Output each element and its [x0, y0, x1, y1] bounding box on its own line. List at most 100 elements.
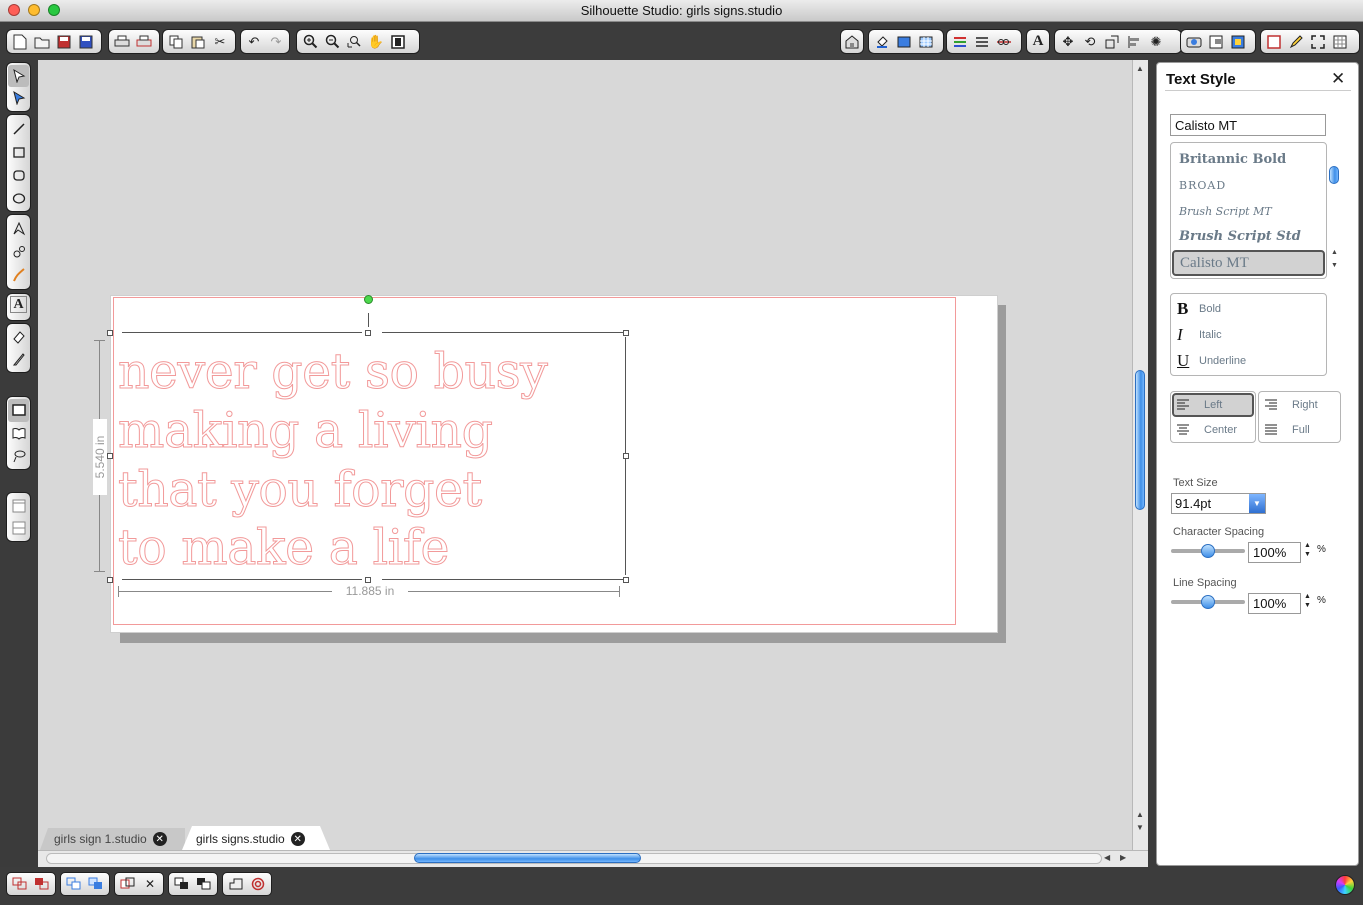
eraser-tool-icon[interactable] — [8, 326, 29, 348]
cut-view-icon[interactable] — [8, 399, 29, 422]
scroll-left-arrow-icon[interactable]: ◀ — [1104, 853, 1110, 862]
curve-tool-icon[interactable] — [8, 240, 29, 263]
rotate-icon[interactable]: ⟲ — [1079, 31, 1101, 52]
paste-icon[interactable] — [187, 31, 209, 52]
scroll-up-arrow-icon[interactable]: ▲ — [1331, 249, 1338, 256]
scroll-up-arrow-icon[interactable]: ▲ — [1136, 810, 1144, 819]
font-list-item[interactable]: BROAD — [1179, 179, 1226, 192]
design-canvas[interactable]: 5.540 in 11.885 in never get so busy mak… — [38, 60, 1132, 850]
scroll-up-arrow-icon[interactable]: ▲ — [1136, 64, 1144, 73]
line-style-icon[interactable] — [971, 31, 993, 52]
vertical-scrollbar[interactable]: ▲ ▲ ▼ — [1132, 60, 1148, 850]
align-right-button[interactable]: Right — [1260, 394, 1318, 416]
font-list-scroll-thumb[interactable] — [1329, 166, 1339, 184]
rectangle-tool-icon[interactable] — [8, 140, 29, 163]
rounded-rectangle-tool-icon[interactable] — [8, 163, 29, 186]
bold-option[interactable]: B Bold — [1177, 298, 1221, 320]
horizontal-scrollbar[interactable]: ◀ ▶ — [38, 850, 1148, 867]
point-edit-icon[interactable] — [8, 87, 29, 109]
fullscreen-icon[interactable] — [1307, 31, 1329, 52]
panel-close-icon[interactable]: ✕ — [1331, 69, 1345, 89]
freehand-tool-icon[interactable] — [8, 263, 29, 286]
character-spacing-slider-thumb[interactable] — [1201, 544, 1215, 558]
copy-icon[interactable] — [165, 31, 187, 52]
single-panel-icon[interactable] — [8, 495, 29, 517]
line-color-icon[interactable] — [949, 31, 971, 52]
release-compound-icon[interactable] — [85, 874, 107, 894]
duplicate-icon[interactable] — [117, 874, 139, 894]
print-icon[interactable] — [111, 31, 133, 52]
fit-to-page-icon[interactable] — [387, 31, 409, 52]
tab-girls-signs[interactable]: girls signs.studio ✕ — [184, 828, 330, 850]
line-spacing-input[interactable] — [1248, 593, 1301, 614]
underline-option[interactable]: U Underline — [1177, 350, 1246, 372]
italic-option[interactable]: I Italic — [1177, 324, 1222, 346]
select-arrow-icon[interactable] — [8, 65, 29, 87]
text-style-icon[interactable]: A — [1029, 31, 1047, 52]
weld-icon[interactable] — [225, 874, 247, 894]
line-spacing-slider-thumb[interactable] — [1201, 595, 1215, 609]
fill-pattern-icon[interactable] — [915, 31, 937, 52]
font-list-item-selected[interactable]: Calisto MT — [1172, 250, 1325, 276]
design-text-line[interactable]: to make a life — [118, 523, 450, 573]
bring-to-front-icon[interactable] — [171, 874, 193, 894]
offset-icon[interactable] — [247, 874, 269, 894]
cut-settings-icon[interactable] — [1227, 31, 1249, 52]
font-list[interactable]: Britannic Bold BROAD Brush Script MT Bru… — [1170, 142, 1327, 279]
align-full-button[interactable]: Full — [1260, 419, 1310, 441]
open-folder-icon[interactable] — [31, 31, 53, 52]
resize-handle-se[interactable] — [623, 577, 629, 583]
group-icon[interactable] — [9, 874, 31, 894]
move-icon[interactable]: ✥ — [1057, 31, 1079, 52]
tab-girls-sign-1[interactable]: girls sign 1.studio ✕ — [42, 828, 185, 850]
undo-icon[interactable]: ↶ — [243, 31, 265, 52]
scroll-right-arrow-icon[interactable]: ▶ — [1120, 853, 1126, 862]
design-text-line[interactable]: never get so busy — [117, 347, 548, 397]
zoom-selected-icon[interactable] — [343, 31, 365, 52]
horizontal-scroll-thumb[interactable] — [414, 853, 641, 863]
design-text-line[interactable]: making a living — [117, 406, 493, 456]
ellipse-tool-icon[interactable] — [8, 186, 29, 209]
grid-icon[interactable] — [1329, 31, 1351, 52]
redo-icon[interactable]: ↷ — [265, 31, 287, 52]
resize-handle-e[interactable] — [623, 453, 629, 459]
replicate-icon[interactable]: ✺ — [1145, 31, 1167, 52]
tab-close-icon[interactable]: ✕ — [290, 832, 305, 846]
align-left-button[interactable]: Left — [1172, 394, 1222, 416]
font-list-scrollbar[interactable]: ▲ ▼ — [1328, 142, 1342, 279]
font-list-item[interactable]: Brush Script Std — [1179, 229, 1301, 244]
resize-handle-w[interactable] — [107, 453, 113, 459]
split-panel-icon[interactable] — [8, 517, 29, 539]
resize-handle-s[interactable] — [365, 577, 371, 583]
pan-hand-icon[interactable]: ✋ — [365, 31, 387, 52]
resize-handle-ne[interactable] — [623, 330, 629, 336]
vertical-scroll-thumb[interactable] — [1135, 370, 1145, 510]
font-list-item[interactable]: Brush Script MT — [1179, 205, 1272, 218]
design-text-line[interactable]: that you forget — [118, 465, 483, 515]
page-setup-icon[interactable] — [1263, 31, 1285, 52]
library-icon[interactable] — [1183, 31, 1205, 52]
scroll-down-arrow-icon[interactable]: ▼ — [1136, 823, 1144, 832]
cut-send-icon[interactable] — [133, 31, 155, 52]
chevron-down-icon[interactable]: ▼ — [1249, 494, 1265, 513]
fill-color-icon[interactable] — [893, 31, 915, 52]
send-to-back-icon[interactable] — [193, 874, 215, 894]
character-spacing-stepper[interactable]: ▲ ▼ — [1304, 541, 1311, 559]
delete-icon[interactable]: ✕ — [139, 874, 161, 894]
resize-handle-nw[interactable] — [107, 330, 113, 336]
font-list-item[interactable]: Britannic Bold — [1179, 152, 1286, 167]
align-center-button[interactable]: Center — [1172, 419, 1237, 441]
resize-handle-n[interactable] — [365, 330, 371, 336]
zoom-out-icon[interactable] — [321, 31, 343, 52]
scale-icon[interactable] — [1101, 31, 1123, 52]
save-icon[interactable] — [53, 31, 75, 52]
color-wheel-icon[interactable] — [1335, 875, 1355, 895]
make-compound-icon[interactable] — [63, 874, 85, 894]
library-book-icon[interactable] — [8, 422, 29, 445]
lasso-icon[interactable] — [8, 444, 29, 467]
zoom-in-icon[interactable] — [299, 31, 321, 52]
align-icon[interactable] — [1123, 31, 1145, 52]
fill-bucket-icon[interactable] — [871, 31, 893, 52]
trace-icon[interactable] — [1205, 31, 1227, 52]
font-search-input[interactable] — [1170, 114, 1326, 136]
